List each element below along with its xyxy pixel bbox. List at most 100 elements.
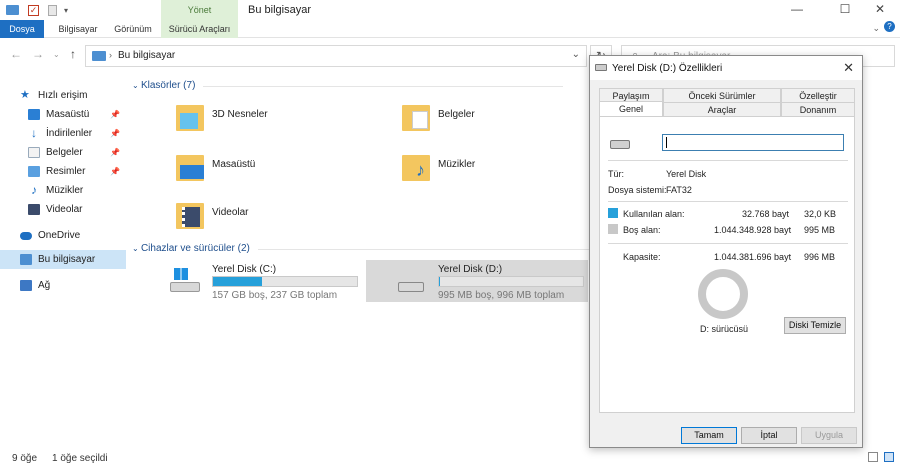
file-system-value: FAT32: [666, 185, 692, 195]
minimize-button[interactable]: —: [777, 0, 817, 20]
tab-general[interactable]: Genel: [599, 101, 663, 117]
close-button[interactable]: ✕: [860, 0, 900, 20]
recent-locations-icon[interactable]: ⌄: [53, 50, 60, 59]
star-icon: ★: [20, 89, 30, 101]
drive-icon: [595, 64, 607, 71]
pin-icon[interactable]: 📌: [110, 167, 120, 176]
breadcrumb-chevron-icon[interactable]: ›: [109, 50, 112, 60]
up-arrow-icon[interactable]: ↑: [70, 47, 76, 61]
sidebar-item-pictures[interactable]: Resimler 📌: [0, 162, 126, 181]
sidebar-item-quick-access[interactable]: ★ Hızlı erişim: [0, 86, 126, 105]
help-icon[interactable]: ?: [884, 21, 895, 32]
desktop-icon: [28, 109, 40, 120]
sidebar-item-documents[interactable]: Belgeler 📌: [0, 143, 126, 162]
apply-button[interactable]: Uygula: [801, 427, 857, 444]
disk-cleanup-button[interactable]: Diski Temizle: [784, 317, 846, 334]
videos-icon: [28, 204, 40, 215]
tab-computer[interactable]: Bilgisayar: [50, 20, 106, 38]
large-icons-view-icon[interactable]: [884, 452, 894, 462]
chevron-down-icon: ⌄: [132, 81, 141, 90]
drive-space-info: 995 MB boş, 996 MB toplam: [438, 290, 565, 301]
usage-donut-chart: [698, 269, 748, 319]
drive-d[interactable]: Yerel Disk (D:) 995 MB boş, 996 MB topla…: [366, 260, 588, 302]
tab-customize[interactable]: Özelleştir: [781, 88, 855, 102]
tab-drive-tools[interactable]: Sürücü Araçları: [161, 20, 238, 38]
properties-icon[interactable]: ✓: [28, 4, 39, 16]
folder-videos[interactable]: Videolar: [176, 195, 376, 237]
dialog-title-bar: Yerel Disk (D:) Özellikleri ✕: [590, 56, 862, 80]
drive-name: Yerel Disk (C:): [212, 264, 277, 275]
folder-3d-objects[interactable]: 3D Nesneler: [176, 97, 376, 139]
dialog-title: Yerel Disk (D:) Özellikleri: [612, 63, 723, 74]
capacity-bytes: 1.044.381.696 bayt: [714, 252, 792, 262]
sidebar-item-onedrive[interactable]: OneDrive: [0, 226, 126, 245]
forward-arrow-icon[interactable]: →: [32, 47, 44, 61]
sidebar-item-this-pc[interactable]: Bu bilgisayar: [0, 250, 126, 269]
address-path: Bu bilgisayar: [118, 50, 176, 61]
sidebar-item-label: Bu bilgisayar: [38, 254, 96, 265]
file-system-label: Dosya sistemi:: [608, 185, 667, 195]
expand-ribbon-icon[interactable]: ⌄: [872, 23, 880, 34]
context-tab-group-label: Yönet: [161, 0, 238, 20]
network-icon: [20, 280, 32, 291]
quick-access-toolbar: ✓ ▾: [6, 3, 68, 17]
properties-dialog: Yerel Disk (D:) Özellikleri ✕ Paylaşım Ö…: [589, 55, 863, 448]
dialog-close-icon[interactable]: ✕: [843, 60, 854, 76]
documents-folder-icon: [402, 101, 432, 133]
free-space-bytes: 1.044.348.928 bayt: [714, 225, 792, 235]
folder-documents[interactable]: Belgeler: [402, 97, 602, 139]
sidebar-item-label: Videolar: [46, 204, 83, 215]
tab-tools[interactable]: Araçlar: [663, 102, 781, 116]
drive-usage-bar: [438, 276, 584, 287]
text-cursor: [666, 137, 667, 148]
separator: [608, 201, 848, 202]
sidebar-item-videos[interactable]: Videolar: [0, 200, 126, 219]
type-label: Tür:: [608, 169, 625, 179]
sidebar-item-network[interactable]: Ağ: [0, 276, 126, 295]
tab-view[interactable]: Görünüm: [108, 20, 158, 38]
section-title: Klasörler (7): [140, 80, 196, 91]
explorer-icon[interactable]: [6, 5, 19, 15]
drive-space-info: 157 GB boş, 237 GB toplam: [212, 290, 338, 301]
title-bar: ✓ ▾ Yönet Bu bilgisayar — ☐ ✕: [0, 0, 900, 20]
folder-desktop[interactable]: Masaüstü: [176, 147, 376, 189]
sidebar-item-desktop[interactable]: Masaüstü 📌: [0, 105, 126, 124]
tab-previous-versions[interactable]: Önceki Sürümler: [663, 88, 781, 102]
tab-file[interactable]: Dosya: [0, 20, 44, 38]
drive-letter-label: D: sürücüsü: [700, 324, 749, 334]
ok-button[interactable]: Tamam: [681, 427, 737, 444]
pin-icon[interactable]: 📌: [110, 129, 120, 138]
hard-drive-icon: [398, 278, 430, 294]
tab-hardware[interactable]: Donanım: [781, 102, 855, 116]
type-value: Yerel Disk: [666, 169, 707, 179]
new-folder-icon[interactable]: [48, 4, 57, 16]
cloud-icon: [20, 231, 32, 240]
window-title: Bu bilgisayar: [248, 4, 311, 16]
cancel-button[interactable]: İptal: [741, 427, 797, 444]
details-view-icon[interactable]: [868, 452, 878, 462]
folder-music[interactable]: ♪ Müzikler: [402, 147, 602, 189]
folders-section-header[interactable]: ⌄ Klasörler (7): [132, 80, 567, 91]
sidebar-item-label: OneDrive: [38, 230, 81, 241]
maximize-button[interactable]: ☐: [825, 0, 865, 20]
drives-section-header[interactable]: ⌄ Cihazlar ve sürücüler (2): [132, 243, 618, 254]
customize-toolbar-icon[interactable]: ▾: [64, 6, 68, 15]
pin-icon[interactable]: 📌: [110, 110, 120, 119]
folder-label: Masaüstü: [212, 159, 256, 170]
chevron-down-icon: ⌄: [132, 244, 141, 253]
pin-icon[interactable]: 📌: [110, 148, 120, 157]
drive-c[interactable]: Yerel Disk (C:) 157 GB boş, 237 GB topla…: [166, 260, 362, 302]
tab-sharing[interactable]: Paylaşım: [599, 88, 663, 102]
sidebar-item-music[interactable]: ♪ Müzikler: [0, 181, 126, 200]
volume-label-input[interactable]: [662, 134, 844, 151]
documents-icon: [28, 147, 40, 158]
sidebar-item-downloads[interactable]: ↓ İndirilenler 📌: [0, 124, 126, 143]
back-arrow-icon[interactable]: ←: [10, 47, 22, 61]
address-dropdown-icon[interactable]: ⌄: [572, 49, 580, 60]
navigation-pane: ★ Hızlı erişim Masaüstü 📌 ↓ İndirilenler…: [0, 82, 126, 442]
capacity-size: 996 MB: [804, 252, 836, 262]
free-space-swatch: [608, 224, 618, 234]
this-pc-icon: [92, 51, 106, 61]
status-bar: 9 öğe 1 öğe seçildi: [0, 450, 900, 466]
address-bar[interactable]: › Bu bilgisayar ⌄: [85, 45, 587, 67]
